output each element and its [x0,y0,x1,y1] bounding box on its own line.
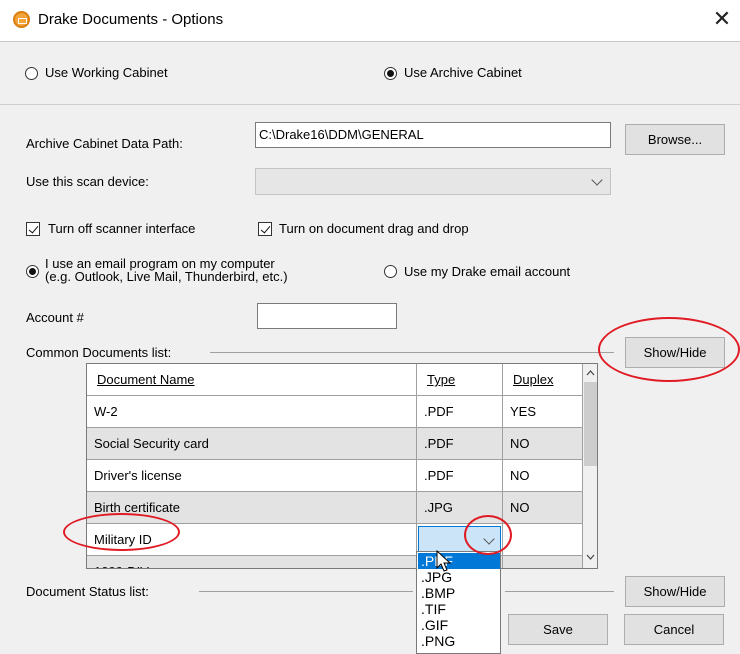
email-program-label[interactable]: I use an email program on my computer (e… [45,257,288,283]
table-row[interactable]: Social Security card .PDF NO [87,428,583,460]
scrollbar-thumb[interactable] [584,382,597,466]
column-header-duplex[interactable]: Duplex [503,364,583,396]
common-documents-label: Common Documents list: [26,345,172,360]
cabinet-selection-panel: Use Working Cabinet Use Archive Cabinet [0,41,740,105]
scroll-down-icon[interactable] [586,554,595,560]
type-option-png[interactable]: .PNG [418,633,500,649]
working-cabinet-radio[interactable] [25,67,38,80]
duplex-cell[interactable]: NO [503,460,583,492]
archive-cabinet-label[interactable]: Use Archive Cabinet [404,65,522,80]
archive-cabinet-radio[interactable] [384,67,397,80]
type-cell[interactable]: .PDF [417,460,503,492]
account-label: Account # [26,310,84,325]
duplex-cell[interactable] [503,524,583,556]
column-header-document-name[interactable]: Document Name [87,364,417,396]
document-name-cell[interactable]: Driver's license [87,460,417,492]
table-row[interactable]: 1099-DIV [87,556,583,568]
duplex-cell[interactable]: NO [503,492,583,524]
working-cabinet-label[interactable]: Use Working Cabinet [45,65,168,80]
document-name-cell[interactable]: W-2 [87,396,417,428]
grid-header-row: Document Name Type Duplex [87,364,583,396]
mouse-pointer-icon [436,550,452,572]
type-option-tif[interactable]: .TIF [418,601,500,617]
section-divider [210,352,614,353]
drake-app-icon [13,11,30,28]
scroll-up-icon[interactable] [586,370,595,376]
drake-email-label[interactable]: Use my Drake email account [404,264,570,279]
drag-drop-checkbox[interactable] [258,222,272,236]
type-option-gif[interactable]: .GIF [418,617,500,633]
annotation-circle [464,515,512,555]
close-icon[interactable]: ✕ [709,6,735,32]
document-name-cell[interactable]: 1099-DIV [87,556,417,568]
data-path-input[interactable]: C:\Drake16\DDM\GENERAL [255,122,611,148]
column-header-type[interactable]: Type [417,364,503,396]
drag-drop-label[interactable]: Turn on document drag and drop [279,221,469,236]
annotation-circle [63,513,180,551]
document-status-label: Document Status list: [26,584,149,599]
type-option-jpg[interactable]: .JPG [418,569,500,585]
table-row[interactable]: Driver's license .PDF NO [87,460,583,492]
email-program-label-line2: (e.g. Outlook, Live Mail, Thunderbird, e… [45,269,288,284]
email-program-radio[interactable] [26,265,39,278]
type-cell[interactable]: .PDF [417,396,503,428]
type-dropdown-list[interactable]: .PDF .JPG .BMP .TIF .GIF .PNG [416,551,501,654]
scan-device-label: Use this scan device: [26,174,149,189]
browse-button[interactable]: Browse... [625,124,725,155]
table-row[interactable]: W-2 .PDF YES [87,396,583,428]
type-option-bmp[interactable]: .BMP [418,585,500,601]
duplex-cell[interactable]: NO [503,428,583,460]
data-path-label: Archive Cabinet Data Path: [26,136,183,151]
scan-device-select[interactable] [255,168,611,195]
section-divider [199,591,413,592]
duplex-cell[interactable]: YES [503,396,583,428]
scanner-interface-checkbox[interactable] [26,222,40,236]
account-input[interactable] [257,303,397,329]
save-button[interactable]: Save [508,614,608,645]
chevron-down-icon [591,174,603,186]
title-bar: Drake Documents - Options ✕ [0,0,740,40]
drake-email-radio[interactable] [384,265,397,278]
scanner-interface-label[interactable]: Turn off scanner interface [48,221,195,236]
type-option-pdf[interactable]: .PDF [418,553,500,569]
annotation-circle [598,317,740,382]
cancel-button[interactable]: Cancel [624,614,724,645]
grid-scrollbar[interactable] [583,364,597,568]
status-show-hide-button[interactable]: Show/Hide [625,576,725,607]
document-name-cell[interactable]: Social Security card [87,428,417,460]
window-title: Drake Documents - Options [38,11,224,28]
section-divider [505,591,614,592]
duplex-cell[interactable] [503,556,583,568]
type-cell[interactable]: .PDF [417,428,503,460]
